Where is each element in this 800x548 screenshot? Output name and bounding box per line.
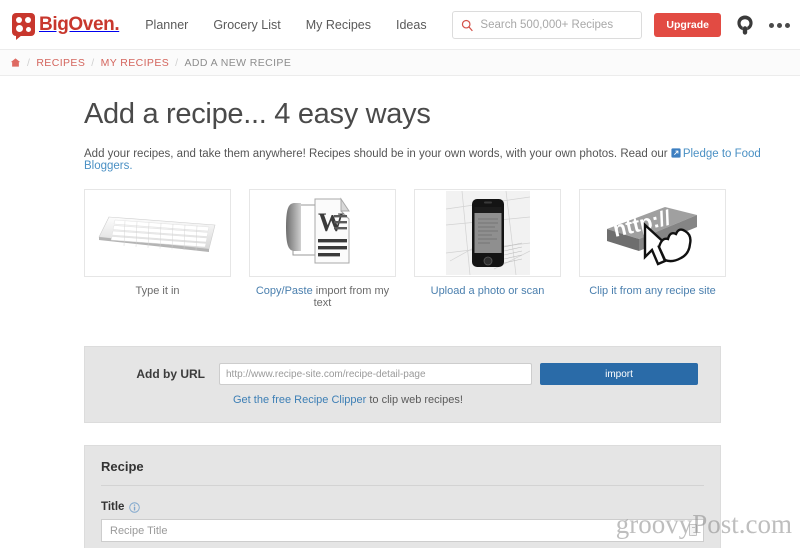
card-image-box [414, 189, 561, 277]
card-upload-photo[interactable]: Upload a photo or scan [414, 189, 561, 309]
upgrade-button[interactable]: Upgrade [654, 13, 721, 37]
intro-paragraph: Add your recipes, and take them anywhere… [84, 148, 800, 172]
nav-item-my-recipes[interactable]: My Recipes [306, 18, 371, 32]
add-by-url-label: Add by URL [136, 367, 205, 381]
breadcrumb-separator-2: / [91, 56, 95, 69]
http-key-cursor-image: http:// [606, 206, 697, 266]
page-root: BigOven. Planner Grocery List My Recipes… [0, 0, 800, 548]
card-label-text: import from my text [312, 285, 390, 309]
breadcrumb-item-add-a-new-recipe: ADD A NEW RECIPE [184, 56, 292, 69]
search-input[interactable] [480, 19, 634, 31]
card-label-text: Clip it from any recipe site [589, 285, 716, 297]
card-image-box [84, 189, 231, 277]
header-right-group: Upgrade [452, 0, 790, 50]
word-document-icon-image: W [285, 197, 350, 264]
home-icon[interactable] [10, 57, 21, 68]
card-copy-paste[interactable]: W Copy/Paste import from my text [249, 189, 396, 309]
add-method-cards: Type it in W Copy/Paste import from my t… [84, 189, 800, 309]
more-horizontal-icon[interactable] [769, 22, 790, 28]
breadcrumb-separator-1: / [27, 56, 31, 69]
field-label-title: Title [101, 501, 704, 513]
recipe-clipper-text: to clip web recipes! [366, 394, 463, 406]
page-title: Add a recipe... 4 easy ways [84, 98, 431, 130]
user-avatar-icon[interactable] [733, 13, 757, 37]
recipe-panel-heading: Recipe [101, 459, 704, 486]
field-label-text: Title [101, 501, 125, 513]
recipe-clipper-link[interactable]: Get the free Recipe Clipper [233, 394, 366, 406]
search-box[interactable] [452, 11, 643, 39]
card-label-text: Upload a photo or scan [430, 285, 545, 297]
add-by-url-row: Add by URL import [107, 363, 698, 385]
intro-text: Add your recipes, and take them anywhere… [84, 148, 671, 160]
import-button[interactable]: import [540, 363, 698, 385]
logo-text: BigOven. [39, 13, 120, 35]
bigoven-logo[interactable]: BigOven. [12, 13, 120, 40]
card-label-upload-photo: Upload a photo or scan [414, 285, 561, 297]
card-label-link[interactable]: Copy/Paste [256, 285, 313, 297]
breadcrumb-separator-3: / [175, 56, 179, 69]
site-header: BigOven. Planner Grocery List My Recipes… [0, 0, 800, 50]
main-content: Add a recipe... 4 easy ways Add your rec… [0, 98, 800, 548]
breadcrumb: / RECIPES / MY RECIPES / ADD A NEW RECIP… [0, 50, 800, 76]
card-image-box: W [249, 189, 396, 277]
input-resize-handle-icon[interactable] [689, 524, 697, 536]
breadcrumb-item-my-recipes[interactable]: MY RECIPES [101, 57, 170, 69]
card-type-it-in[interactable]: Type it in [84, 189, 231, 309]
nav-item-grocery-list[interactable]: Grocery List [213, 18, 280, 32]
card-label-text: Type it in [135, 285, 180, 297]
search-icon [462, 19, 474, 31]
nav-item-planner[interactable]: Planner [145, 18, 188, 32]
card-label-type-it-in: Type it in [84, 285, 231, 297]
add-by-url-panel: Add by URL import Get the free Recipe Cl… [84, 346, 721, 423]
recipe-title-input[interactable] [101, 519, 704, 542]
url-input[interactable] [219, 363, 532, 385]
info-icon[interactable] [129, 501, 141, 513]
title-input-wrap [101, 519, 704, 542]
card-label-copy-paste: Copy/Paste import from my text [249, 285, 396, 309]
bigoven-burner-logo-icon [12, 13, 35, 40]
keyboard-image [98, 216, 215, 252]
smartphone-photo-image [445, 191, 530, 275]
recipe-form-panel: Recipe Title Brief descriptio [84, 445, 721, 548]
field-title: Title [101, 501, 704, 542]
recipe-clipper-row: Get the free Recipe Clipper to clip web … [233, 394, 698, 406]
card-clip-from-site[interactable]: http:// Clip it from any recipe site [579, 189, 726, 309]
card-image-box: http:// [579, 189, 726, 277]
card-label-clip-from-site: Clip it from any recipe site [579, 285, 726, 297]
external-link-icon [671, 148, 681, 158]
breadcrumb-item-recipes[interactable]: RECIPES [36, 57, 85, 69]
nav-item-ideas[interactable]: Ideas [396, 18, 427, 32]
